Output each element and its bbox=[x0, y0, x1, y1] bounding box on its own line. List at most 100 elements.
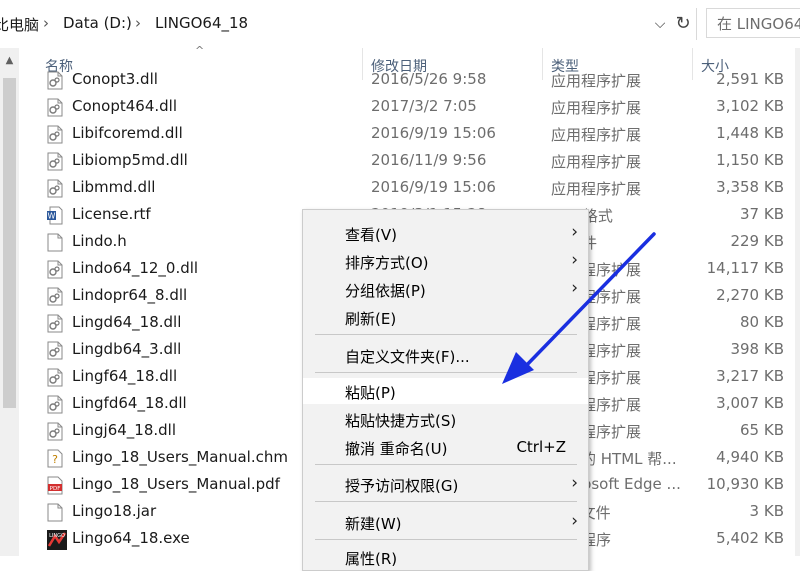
file-name: Libmmd.dll bbox=[72, 178, 156, 196]
menu-item-label: 授予访问权限(G) bbox=[345, 477, 459, 495]
file-type: 应用程序扩展 bbox=[551, 72, 642, 90]
context-menu: 查看(V) › 排序方式(O) › 分组依据(P) › 刷新(E) 自定义文件夹… bbox=[302, 209, 589, 571]
file-size: 3 KB bbox=[749, 502, 784, 520]
breadcrumb-chevron-icon: › bbox=[135, 14, 141, 32]
submenu-chevron-icon: › bbox=[571, 250, 578, 270]
menu-item-group-by[interactable]: 分组依据(P) › bbox=[303, 276, 588, 302]
file-row[interactable]: Libifcoremd.dll 2016/9/19 15:06 应用程序扩展 1,44… bbox=[0, 121, 800, 148]
svg-text:PDF: PDF bbox=[50, 486, 61, 492]
menu-item-label: 粘贴快捷方式(S) bbox=[345, 412, 457, 430]
file-name: Lingo_18_Users_Manual.chm bbox=[72, 448, 288, 466]
menu-item-sort-by[interactable]: 排序方式(O) › bbox=[303, 248, 588, 274]
breadcrumb-chevron-icon: › bbox=[43, 14, 49, 32]
submenu-chevron-icon: › bbox=[571, 278, 578, 298]
file-name: Libiomp5md.dll bbox=[72, 151, 188, 169]
address-dropdown-icon[interactable]: ⌵ bbox=[650, 13, 670, 35]
file-name: Lingo64_18.exe bbox=[72, 529, 190, 547]
dll-icon bbox=[47, 260, 63, 279]
file-name: Lingo18.jar bbox=[72, 502, 157, 520]
file-row[interactable]: Libmmd.dll 2016/9/19 15:06 应用程序扩展 3,358 KB bbox=[0, 175, 800, 202]
menu-item-properties[interactable]: 属性(R) bbox=[303, 544, 588, 570]
file-row[interactable]: Conopt3.dll 2016/5/26 9:58 应用程序扩展 2,591 KB bbox=[0, 67, 800, 94]
menu-item-label: 属性(R) bbox=[345, 550, 398, 568]
menu-item-paste-shortcut[interactable]: 粘贴快捷方式(S) bbox=[303, 406, 588, 432]
divider bbox=[696, 8, 697, 40]
submenu-chevron-icon: › bbox=[571, 222, 578, 242]
menu-item-new[interactable]: 新建(W) › bbox=[303, 509, 588, 535]
menu-item-refresh[interactable]: 刷新(E) bbox=[303, 304, 588, 330]
dll-icon bbox=[47, 368, 63, 387]
file-list-scrollbar[interactable] bbox=[795, 48, 800, 556]
dll-icon bbox=[47, 125, 63, 144]
breadcrumb-folder[interactable]: LINGO64_18 bbox=[155, 14, 248, 32]
file-icon bbox=[47, 233, 63, 252]
file-size: 2,591 KB bbox=[716, 70, 784, 88]
file-name: Lingf64_18.dll bbox=[72, 367, 178, 385]
svg-text:?: ? bbox=[52, 453, 58, 466]
menu-separator bbox=[315, 372, 577, 373]
file-size: 1,150 KB bbox=[716, 151, 784, 169]
file-name: License.rtf bbox=[72, 205, 151, 223]
refresh-icon[interactable]: ↻ bbox=[672, 12, 694, 36]
dll-icon bbox=[47, 179, 63, 198]
file-name: Lingfd64_18.dll bbox=[72, 394, 187, 412]
pdf-icon: PDF bbox=[47, 476, 63, 495]
menu-item-label: 刷新(E) bbox=[345, 310, 397, 328]
svg-text:LINGO: LINGO bbox=[49, 533, 65, 539]
file-name: Lingdb64_3.dll bbox=[72, 340, 182, 358]
menu-item-label: 查看(V) bbox=[345, 226, 397, 244]
breadcrumb-this-pc[interactable]: 比电脑 bbox=[0, 14, 39, 35]
menu-item-customize-folder[interactable]: 自定义文件夹(F)... bbox=[303, 342, 588, 368]
file-row[interactable]: Conopt464.dll 2017/3/2 7:05 应用程序扩展 3,102 KB bbox=[0, 94, 800, 121]
menu-item-label: 粘贴(P) bbox=[345, 384, 396, 402]
file-name: Conopt3.dll bbox=[72, 70, 158, 88]
file-size: 37 KB bbox=[740, 205, 784, 223]
breadcrumb-drive[interactable]: Data (D:) bbox=[63, 14, 132, 32]
chm-icon: ? bbox=[47, 449, 63, 468]
dll-icon bbox=[47, 341, 63, 360]
dll-icon bbox=[47, 287, 63, 306]
file-type: 应用程序扩展 bbox=[551, 99, 642, 117]
submenu-chevron-icon: › bbox=[571, 511, 578, 531]
menu-item-paste[interactable]: 粘贴(P) bbox=[303, 378, 588, 404]
address-bar: 比电脑 › Data (D:) › LINGO64_18 ⌵ ↻ 在 LINGO… bbox=[0, 0, 800, 48]
file-size: 3,217 KB bbox=[716, 367, 784, 385]
dll-icon bbox=[47, 314, 63, 333]
lingo-exe-icon: LINGO bbox=[47, 530, 67, 550]
submenu-chevron-icon: › bbox=[571, 473, 578, 493]
file-size: 14,117 KB bbox=[706, 259, 784, 277]
menu-item-view[interactable]: 查看(V) › bbox=[303, 220, 588, 246]
file-size: 80 KB bbox=[740, 313, 784, 331]
menu-item-label: 自定义文件夹(F)... bbox=[345, 348, 470, 366]
file-size: 3,007 KB bbox=[716, 394, 784, 412]
file-name: Libifcoremd.dll bbox=[72, 124, 183, 142]
menu-item-label: 撤消 重命名(U) bbox=[345, 440, 448, 458]
file-date: 2016/11/9 9:56 bbox=[371, 151, 487, 169]
file-type: 应用程序扩展 bbox=[551, 126, 642, 144]
dll-icon bbox=[47, 422, 63, 441]
file-name: Lingo_18_Users_Manual.pdf bbox=[72, 475, 280, 493]
file-date: 2016/5/26 9:58 bbox=[371, 70, 487, 88]
file-date: 2016/9/19 15:06 bbox=[371, 178, 496, 196]
file-date: 2017/3/2 7:05 bbox=[371, 97, 477, 115]
file-icon bbox=[47, 503, 63, 522]
file-date: 2016/9/19 15:06 bbox=[371, 124, 496, 142]
dll-icon bbox=[47, 152, 63, 171]
menu-item-shortcut: Ctrl+Z bbox=[516, 438, 566, 456]
menu-item-give-access[interactable]: 授予访问权限(G) › bbox=[303, 471, 588, 497]
file-name: Lingj64_18.dll bbox=[72, 421, 177, 439]
file-size: 5,402 KB bbox=[716, 529, 784, 547]
file-name: Lindo.h bbox=[72, 232, 127, 250]
file-name: Lindopr64_8.dll bbox=[72, 286, 188, 304]
dll-icon bbox=[47, 395, 63, 414]
file-size: 10,930 KB bbox=[706, 475, 784, 493]
file-name: Conopt464.dll bbox=[72, 97, 177, 115]
menu-item-undo-rename[interactable]: 撤消 重命名(U) Ctrl+Z bbox=[303, 434, 588, 460]
search-input[interactable]: 在 LINGO64_18 bbox=[706, 8, 800, 38]
file-row[interactable]: Libiomp5md.dll 2016/11/9 9:56 应用程序扩展 1,150 … bbox=[0, 148, 800, 175]
menu-separator bbox=[315, 501, 577, 502]
menu-separator bbox=[315, 539, 577, 540]
menu-separator bbox=[315, 464, 577, 465]
file-size: 1,448 KB bbox=[716, 124, 784, 142]
file-name: Lindo64_12_0.dll bbox=[72, 259, 199, 277]
